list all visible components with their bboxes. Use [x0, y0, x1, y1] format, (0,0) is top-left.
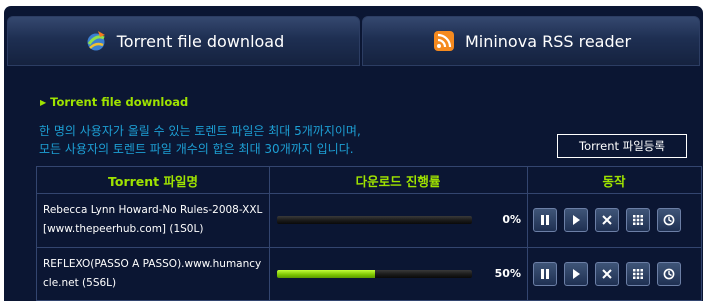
stop-icon	[602, 269, 612, 279]
tab-label: Mininova RSS reader	[464, 31, 632, 51]
torrent-filename: Rebecca Lynn Howard-No Rules-2008-XXL [w…	[43, 204, 263, 235]
tab-torrent-download[interactable]: Torrent file download	[7, 16, 360, 66]
torrent-panel: Torrent file download Mininova RSS reade…	[4, 6, 703, 301]
grid-icon	[633, 269, 643, 279]
bullet-arrow-icon: ▶	[40, 98, 47, 107]
table-row: Rebecca Lynn Howard-No Rules-2008-XXL [w…	[37, 195, 701, 248]
tab-label: Torrent file download	[116, 31, 285, 51]
table-header: Torrent 파일명 다운로드 진행률 동작	[37, 167, 701, 194]
status-icon	[663, 214, 675, 226]
torrent-download-icon	[83, 28, 109, 54]
section-title-text: Torrent file download	[50, 95, 189, 109]
progress-fill	[277, 270, 375, 278]
pause-icon	[541, 269, 549, 279]
play-button[interactable]	[564, 262, 588, 286]
status-icon	[663, 268, 675, 280]
header-action: 동작	[602, 174, 626, 189]
progress-percent: 0%	[502, 213, 521, 226]
status-button[interactable]	[657, 262, 681, 286]
play-button[interactable]	[564, 208, 588, 232]
table-row: REFLEXO(PASSO A PASSO).www.humancycle.ne…	[37, 249, 701, 301]
torrent-table: Torrent 파일명 다운로드 진행률 동작 Rebecca Lynn How…	[36, 166, 702, 301]
detail-button[interactable]	[626, 262, 650, 286]
rss-icon	[431, 28, 457, 54]
progress-percent: 50%	[494, 267, 521, 280]
pause-button[interactable]	[533, 208, 557, 232]
tab-rss-reader[interactable]: Mininova RSS reader	[362, 16, 700, 66]
detail-button[interactable]	[626, 208, 650, 232]
pause-button[interactable]	[533, 262, 557, 286]
play-icon	[573, 215, 580, 225]
status-button[interactable]	[657, 208, 681, 232]
row-controls	[533, 262, 688, 286]
app-window: Torrent file download Mininova RSS reade…	[0, 0, 707, 301]
progress-bar	[277, 270, 472, 278]
total-limit-notice: 모든 사용자의 토렌트 파일 개수의 합은 최대 30개까지 입니다.	[39, 142, 354, 156]
pause-icon	[541, 215, 549, 225]
section-title: ▶ Torrent file download	[40, 95, 188, 109]
play-icon	[573, 269, 580, 279]
upload-limit-notice: 한 명의 사용자가 올릴 수 있는 토렌트 파일은 최대 5개까지이며,	[39, 124, 361, 138]
row-controls	[533, 208, 688, 232]
header-progress: 다운로드 진행률	[355, 174, 441, 189]
torrent-filename: REFLEXO(PASSO A PASSO).www.humancycle.ne…	[43, 258, 262, 289]
progress-bar	[277, 216, 472, 224]
register-torrent-button[interactable]: Torrent 파일등록	[557, 134, 687, 158]
grid-icon	[633, 215, 643, 225]
stop-icon	[602, 215, 612, 225]
stop-button[interactable]	[595, 262, 619, 286]
stop-button[interactable]	[595, 208, 619, 232]
header-filename: Torrent 파일명	[108, 174, 198, 189]
